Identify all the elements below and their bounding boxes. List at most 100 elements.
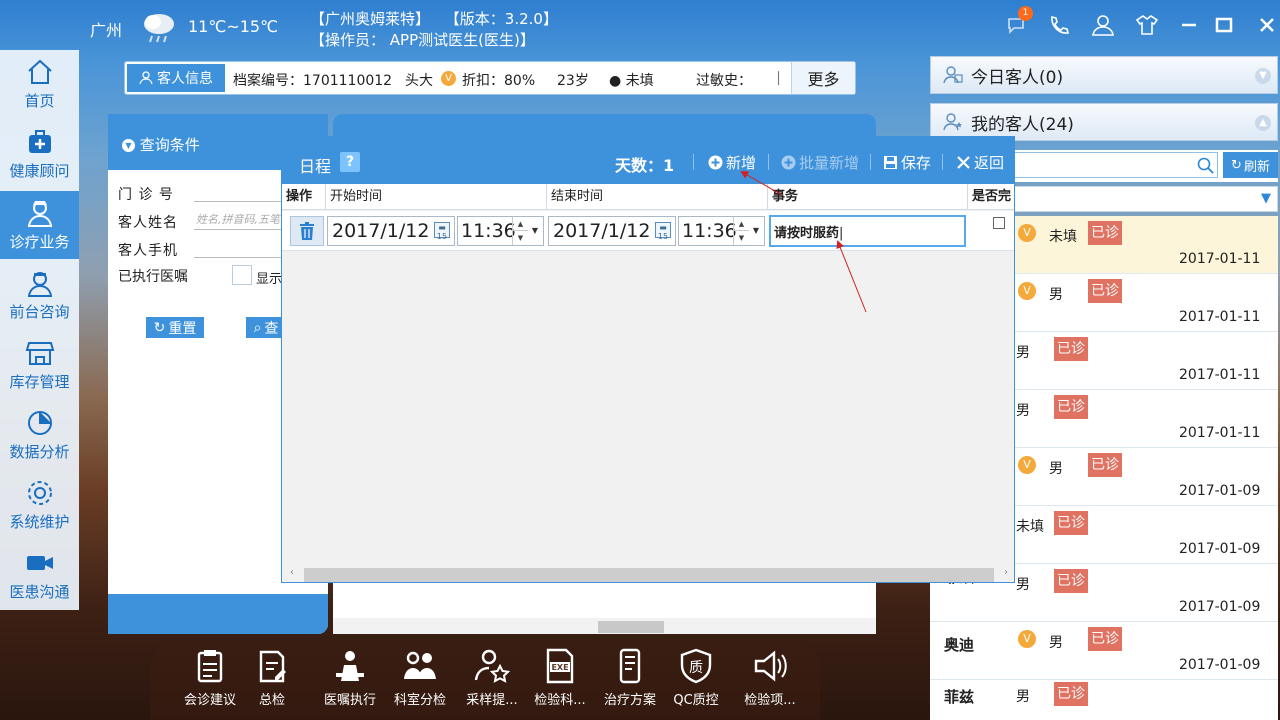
calendar-icon[interactable]: ▬ 15 bbox=[434, 222, 450, 241]
tool-treatment-plan[interactable]: 治疗方案 bbox=[597, 647, 663, 717]
sidebar-item-health-advisor[interactable]: 健康顾问 bbox=[0, 120, 79, 188]
file-number: 档案编号：1701110012 bbox=[233, 73, 393, 89]
gender-label: 男 bbox=[1016, 403, 1030, 419]
time-spinner[interactable]: ▲ ▼ bbox=[733, 217, 749, 245]
status-badge: 已诊 bbox=[1088, 279, 1122, 303]
horizontal-scrollbar[interactable] bbox=[333, 618, 876, 634]
save-button[interactable]: 保存 bbox=[883, 152, 931, 173]
message-button[interactable]: 1 bbox=[1003, 6, 1033, 38]
tool-consultation[interactable]: 会诊建议 bbox=[177, 647, 243, 717]
gender-label: ● 未填 bbox=[609, 73, 654, 89]
vip-badge: V bbox=[1018, 456, 1036, 474]
add-button[interactable]: 新增 bbox=[708, 152, 756, 173]
skin-button[interactable] bbox=[1134, 12, 1160, 38]
staff-icon bbox=[404, 651, 436, 679]
start-date-input[interactable]: 2017/1/12 ▬ 15 bbox=[327, 216, 455, 246]
tool-qc[interactable]: 质 QC质控 bbox=[663, 647, 729, 717]
phone-icon bbox=[1051, 16, 1069, 34]
tool-summary[interactable]: 总检 bbox=[239, 647, 305, 717]
dialog-header: 日程 ? 天数：1 新增 批量新增 保存 返回 bbox=[282, 137, 1014, 184]
chevron-down-icon[interactable]: ▼ bbox=[529, 217, 541, 245]
customer-search-input[interactable] bbox=[1010, 152, 1218, 178]
star-user-icon bbox=[943, 113, 962, 131]
vip-badge: V bbox=[1018, 282, 1036, 300]
gender-label: 男 bbox=[1016, 577, 1030, 593]
customer-info-tab-label: 客人信息 bbox=[157, 71, 213, 87]
home-icon bbox=[27, 59, 52, 84]
separator bbox=[693, 154, 694, 170]
shield-icon: 质 bbox=[680, 648, 712, 684]
calendar-icon[interactable]: ▬ 15 bbox=[655, 222, 671, 241]
query-footer bbox=[108, 594, 328, 634]
scrollbar-thumb[interactable] bbox=[304, 568, 994, 582]
spin-up-icon[interactable]: ▲ bbox=[513, 217, 528, 231]
task-input[interactable]: 请按时服药| bbox=[769, 215, 966, 247]
scrollbar-thumb[interactable] bbox=[598, 621, 664, 633]
sidebar-item-clinical[interactable]: 诊疗业务 bbox=[0, 191, 79, 259]
search-button[interactable]: ⌕ 查 bbox=[246, 317, 286, 338]
sidebar-item-data-analysis[interactable]: 数据分析 bbox=[0, 401, 79, 469]
gender-label: 男 bbox=[1049, 287, 1063, 303]
column-header: 开始时间 bbox=[326, 184, 547, 210]
sidebar-item-label: 诊疗业务 bbox=[9, 233, 70, 251]
plus-circle-icon bbox=[708, 155, 723, 170]
customer-filter-select[interactable]: ▼ bbox=[1010, 186, 1278, 212]
minimize-button[interactable] bbox=[1176, 12, 1202, 38]
visit-date: 2017-01-11 bbox=[1179, 251, 1261, 267]
today-customers-header[interactable]: 今日客人(0) ▼ bbox=[930, 56, 1278, 94]
sidebar-item-label: 医患沟通 bbox=[9, 583, 70, 601]
scroll-right-icon[interactable]: › bbox=[1004, 567, 1008, 578]
close-button[interactable] bbox=[1254, 12, 1280, 38]
sidebar-item-home[interactable]: 首页 bbox=[0, 50, 79, 118]
spin-down-icon[interactable]: ▼ bbox=[734, 231, 749, 245]
list-item[interactable]: 奥迪 V 男 已诊 2017-01-09 bbox=[930, 622, 1278, 680]
batch-add-button[interactable]: 批量新增 bbox=[781, 152, 859, 173]
refresh-icon: ↻ bbox=[153, 319, 166, 336]
visit-date: 2017-01-09 bbox=[1179, 541, 1261, 557]
refresh-button[interactable]: ↻ 刷新 bbox=[1223, 152, 1278, 178]
user-star-icon bbox=[474, 649, 511, 683]
store-icon bbox=[25, 342, 54, 365]
separator bbox=[942, 154, 943, 170]
back-button[interactable]: 返回 bbox=[956, 152, 1004, 173]
sidebar-item-system[interactable]: 系统维护 bbox=[0, 471, 79, 539]
list-item[interactable]: 菲兹 男 已诊 bbox=[930, 680, 1278, 720]
scroll-left-icon[interactable]: ‹ bbox=[290, 567, 294, 578]
phone-button[interactable] bbox=[1045, 12, 1071, 38]
executed-checkbox[interactable] bbox=[232, 265, 252, 285]
tool-lab[interactable]: EXE 检验科... bbox=[527, 647, 593, 717]
gear-icon bbox=[27, 481, 52, 505]
dialog-horizontal-scrollbar[interactable]: ‹ › bbox=[282, 567, 1014, 582]
spin-up-icon[interactable]: ▲ bbox=[734, 217, 749, 231]
tool-order-execution[interactable]: 医嘱执行 bbox=[317, 647, 383, 717]
search-icon bbox=[1197, 157, 1214, 174]
tool-department-triage[interactable]: 科室分检 bbox=[387, 647, 453, 717]
sidebar-item-label: 系统维护 bbox=[9, 513, 70, 531]
spin-down-icon[interactable]: ▼ bbox=[513, 231, 528, 245]
tool-lab-items[interactable]: 检验项... bbox=[737, 647, 803, 717]
visit-date: 2017-01-09 bbox=[1179, 657, 1261, 673]
end-time-input[interactable]: 11:36 ▲ ▼ ▼ bbox=[678, 216, 765, 246]
chart-icon bbox=[27, 411, 52, 435]
save-icon bbox=[884, 156, 897, 169]
customer-info-tab[interactable]: 客人信息 bbox=[127, 64, 225, 92]
more-button[interactable]: 更多 bbox=[791, 62, 855, 94]
user-button[interactable] bbox=[1090, 12, 1116, 38]
time-spinner[interactable]: ▲ ▼ bbox=[512, 217, 528, 245]
sidebar-item-inventory[interactable]: 库存管理 bbox=[0, 331, 79, 399]
help-icon[interactable]: ? bbox=[340, 152, 360, 172]
tool-sampling[interactable]: 采样提... bbox=[459, 647, 525, 717]
reset-button[interactable]: ↻ 重置 bbox=[146, 317, 204, 338]
medkit-icon bbox=[28, 130, 51, 153]
completed-checkbox[interactable] bbox=[993, 217, 1005, 229]
delete-button[interactable] bbox=[290, 216, 324, 246]
sidebar-item-communication[interactable]: 医患沟通 bbox=[0, 541, 79, 609]
start-time-input[interactable]: 11:36 ▲ ▼ ▼ bbox=[457, 216, 544, 246]
sidebar: 首页 健康顾问 诊疗业务 前台咨询 库存管理 数据分析 系统维护 医患沟通 bbox=[0, 50, 79, 610]
end-date-input[interactable]: 2017/1/12 ▬ 15 bbox=[548, 216, 676, 246]
chevron-down-icon: ▼ bbox=[1255, 68, 1271, 84]
chevron-down-icon[interactable]: ▼ bbox=[750, 217, 762, 245]
sidebar-item-front-desk[interactable]: 前台咨询 bbox=[0, 261, 79, 329]
operator-label: 【操作员： APP测试医生(医生)】 bbox=[310, 31, 535, 49]
maximize-button[interactable] bbox=[1211, 12, 1237, 38]
